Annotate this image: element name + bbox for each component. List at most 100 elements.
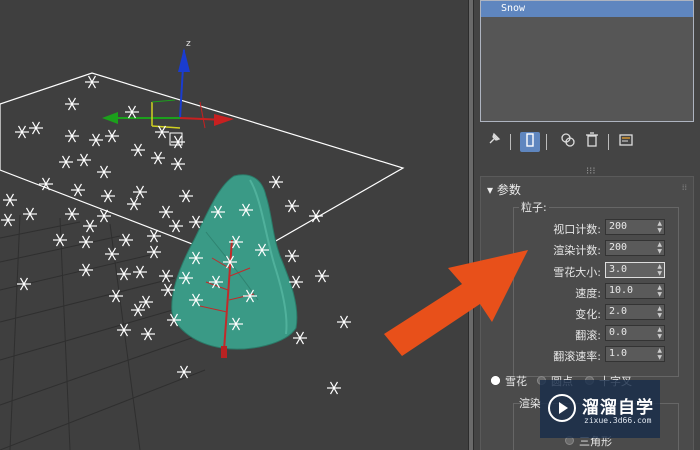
snowflake-particle — [65, 97, 79, 111]
watermark-url: zixue.3d66.com — [584, 416, 652, 425]
configure-icon[interactable] — [616, 132, 636, 152]
particles-group-label: 粒子: — [519, 199, 549, 215]
flake-size-value: 3.0 — [609, 264, 628, 275]
spinner-arrows-icon[interactable]: ▲ ▼ — [657, 347, 662, 361]
snowflake-particle — [119, 233, 133, 247]
snowflake-particle — [141, 327, 155, 341]
tumble-spinner[interactable]: 0.0 ▲ ▼ — [605, 325, 665, 341]
snowflake-particle — [125, 105, 139, 119]
viewport-count-spinner[interactable]: 200 ▲ ▼ — [605, 219, 665, 235]
render-count-value: 200 — [609, 242, 628, 253]
rollout-header[interactable]: ▾ 参数 — [487, 181, 521, 198]
snowflake-particle — [131, 143, 145, 157]
snowflake-particle — [71, 183, 85, 197]
snowflake-particle — [169, 219, 183, 233]
spinner-arrows-icon[interactable]: ▲ ▼ — [657, 220, 662, 234]
snowflake-particle — [79, 235, 93, 249]
snowflake-particle — [337, 315, 351, 329]
snowflake-particle — [131, 303, 145, 317]
rollout-grip-icon: ⁞⁞ — [681, 183, 687, 192]
spinner-arrows-icon[interactable]: ▲ ▼ — [657, 326, 662, 340]
snowflake-particle — [171, 157, 185, 171]
snowflake-particle — [17, 277, 31, 291]
trash-icon[interactable] — [582, 132, 602, 152]
snowflake-particle — [105, 247, 119, 261]
make-unique-icon[interactable] — [558, 132, 578, 152]
speed-value: 10.0 — [609, 285, 634, 296]
snowflake-particle — [89, 133, 103, 147]
tumble-rate-value: 1.0 — [609, 348, 628, 359]
tumble-rate-spinner[interactable]: 1.0 ▲ ▼ — [605, 346, 665, 362]
snowflake-particle — [269, 175, 283, 189]
render-count-spinner[interactable]: 200 ▲ ▼ — [605, 240, 665, 256]
rollout-collapse-icon: ▾ — [487, 183, 497, 197]
snowflake-particle — [105, 129, 119, 143]
snowflake-particle — [147, 245, 161, 259]
transform-gizmo: z — [102, 39, 234, 146]
variation-label: 变化: — [575, 308, 601, 321]
viewport-count-row: 视口计数: 200 ▲ ▼ — [481, 219, 671, 237]
tree-model — [171, 174, 298, 358]
flake-type-snowflake-label: 雪花 — [505, 375, 527, 388]
snowflake-particle — [59, 155, 73, 169]
show-end-result-icon[interactable] — [520, 132, 540, 152]
spinner-arrows-icon[interactable]: ▲ ▼ — [657, 263, 662, 277]
snowflake-particle — [171, 135, 185, 149]
snowflake-particle — [285, 249, 299, 263]
tumble-rate-label: 翻滚速率: — [553, 350, 601, 363]
snowflake-particle — [23, 207, 37, 221]
snowflake-particle — [85, 75, 99, 89]
speed-label: 速度: — [575, 287, 601, 300]
play-icon — [548, 394, 576, 422]
spinner-arrows-icon[interactable]: ▲ ▼ — [657, 284, 662, 298]
annotation-arrow — [384, 250, 528, 356]
watermark-title: 溜溜自学 — [582, 398, 654, 418]
snowflake-particle — [53, 233, 67, 247]
modifier-stack-toolbar — [480, 130, 694, 154]
spinner-arrows-icon[interactable]: ▲ ▼ — [657, 241, 662, 255]
snowflake-particle — [151, 151, 165, 165]
flake-size-label: 雪花大小: — [553, 266, 601, 279]
snowflake-particle — [79, 263, 93, 277]
spinner-arrows-icon[interactable]: ▲ ▼ — [657, 305, 662, 319]
tumble-label: 翻滚: — [575, 329, 601, 342]
snowflake-particle — [179, 189, 193, 203]
speed-spinner[interactable]: 10.0 ▲ ▼ — [605, 283, 665, 299]
radio-selected-icon — [491, 376, 500, 385]
snowflake-particle — [127, 197, 141, 211]
snowflake-particle — [133, 265, 147, 279]
snowflake-particle — [101, 189, 115, 203]
snowflake-particle — [293, 331, 307, 345]
render-group-label: 渲染 — [519, 397, 541, 410]
viewport-count-label: 视口计数: — [553, 223, 601, 236]
snowflake-particle — [15, 125, 29, 139]
snowflake-particle — [139, 295, 153, 309]
svg-text:z: z — [186, 39, 191, 49]
rollout-title: 参数 — [496, 183, 521, 197]
snowflake-particle — [65, 129, 79, 143]
snowflake-particle — [327, 381, 341, 395]
snowflake-particle — [77, 153, 91, 167]
snowflake-particle — [3, 193, 17, 207]
variation-spinner[interactable]: 2.0 ▲ ▼ — [605, 304, 665, 320]
toolbar-separator — [546, 134, 547, 150]
snowflake-particle — [65, 207, 79, 221]
pin-icon[interactable] — [484, 132, 504, 152]
snowflake-particle — [29, 121, 43, 135]
modifier-stack-list[interactable]: Snow — [480, 0, 694, 122]
snowflake-particle — [83, 219, 97, 233]
flake-size-spinner[interactable]: 3.0 ▲ ▼ — [605, 262, 665, 278]
snowflake-particle — [1, 213, 15, 227]
viewport-count-value: 200 — [609, 221, 628, 232]
snowflake-particle — [315, 269, 329, 283]
render-count-label: 渲染计数: — [553, 244, 601, 257]
snowflake-particle — [133, 185, 147, 199]
modifier-stack-item-snow[interactable]: Snow — [481, 1, 693, 17]
snowflake-particle — [159, 205, 173, 219]
snowflake-particle — [117, 267, 131, 281]
perspective-viewport[interactable]: z — [0, 0, 468, 450]
tumble-value: 0.0 — [609, 327, 628, 338]
floor-grid — [0, 214, 206, 450]
watermark-logo: 溜溜自学 zixue.3d66.com — [540, 380, 660, 438]
viewport-scene: z — [0, 39, 405, 450]
